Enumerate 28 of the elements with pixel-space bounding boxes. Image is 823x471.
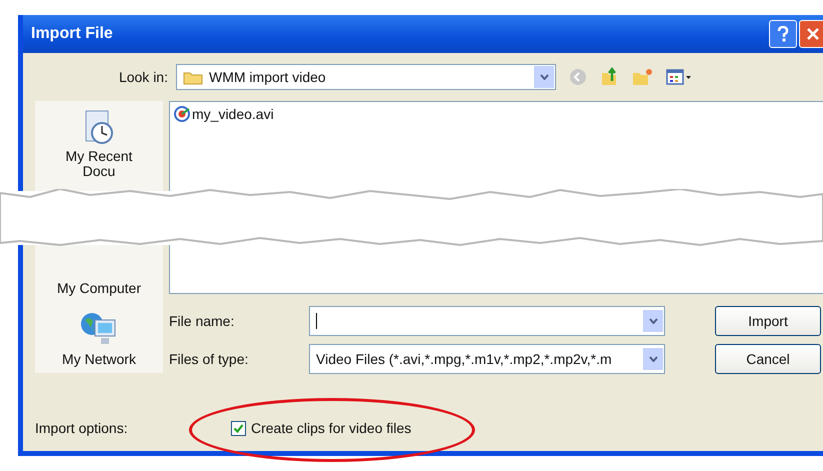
import-button[interactable]: Import (715, 306, 821, 336)
import-options-label: Import options: (35, 420, 129, 436)
look-in-value: WMM import video (209, 69, 327, 85)
file-type-dropdown[interactable]: Video Files (*.avi,*.mpg,*.m1v,*.mp2,*.mp2v,*.m (309, 344, 665, 374)
help-button[interactable] (769, 20, 797, 48)
close-button[interactable] (799, 20, 823, 48)
text-cursor (316, 313, 317, 329)
place-label[interactable]: My Computer (56, 281, 142, 296)
window-title: Import File (31, 25, 113, 43)
view-menu-icon[interactable] (666, 68, 692, 86)
new-folder-icon[interactable] (632, 67, 654, 87)
look-in-dropdown[interactable]: WMM import video (176, 64, 556, 90)
file-name-field[interactable] (309, 306, 665, 336)
help-icon (776, 26, 790, 42)
file-item[interactable]: my_video.avi (174, 106, 274, 122)
file-name-label: File name: (169, 313, 236, 329)
create-clips-checkbox[interactable]: Create clips for video files (231, 420, 412, 436)
cancel-button[interactable]: Cancel (715, 344, 821, 374)
file-type-value: Video Files (*.avi,*.mpg,*.m1v,*.mp2,*.mp2v,*.m (316, 351, 612, 367)
close-icon (806, 27, 820, 41)
file-type-label: Files of type: (169, 351, 250, 367)
place-label[interactable]: My Recent Docu (64, 149, 134, 179)
checkbox[interactable] (231, 420, 246, 436)
look-in-label: Look in: (118, 69, 169, 85)
place-label[interactable]: My Network (62, 352, 136, 367)
media-file-icon (174, 106, 190, 122)
check-icon (233, 422, 244, 434)
folder-icon (183, 70, 203, 84)
